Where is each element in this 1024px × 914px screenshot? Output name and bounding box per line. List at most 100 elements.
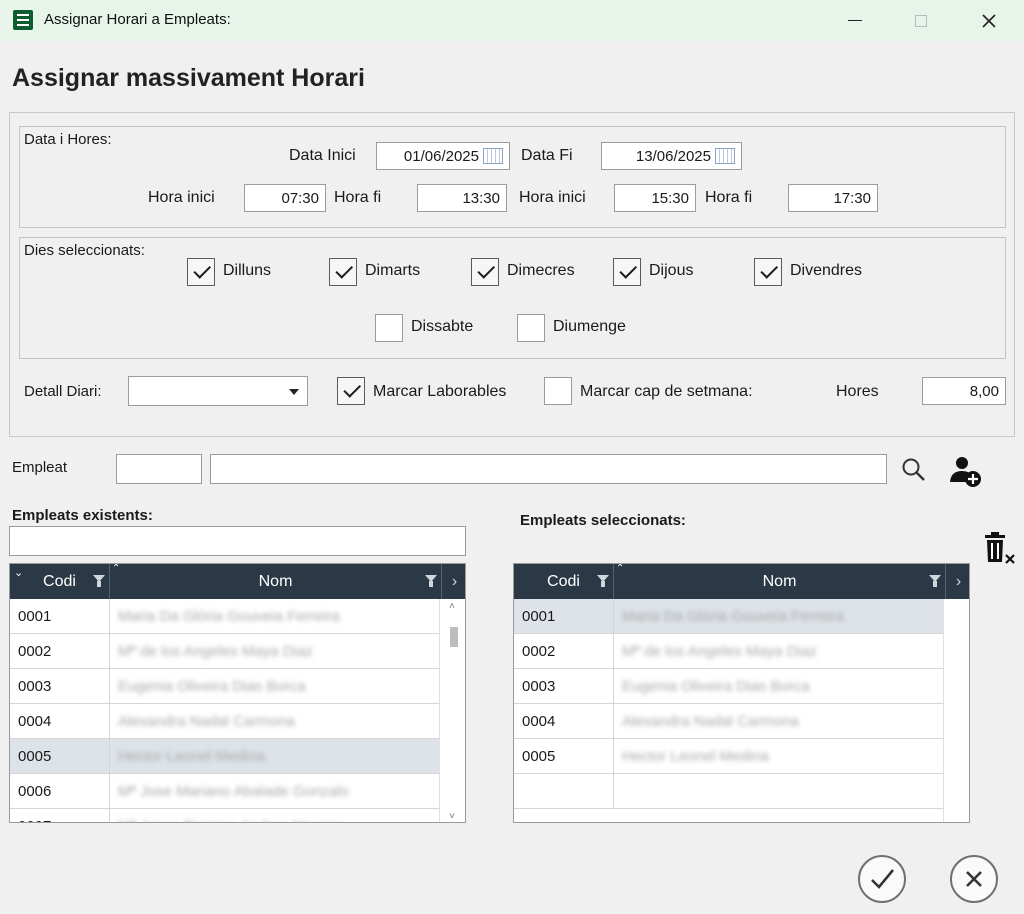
filter-icon[interactable] xyxy=(425,575,437,587)
column-label: Codi xyxy=(43,572,76,590)
scroll-down-icon[interactable]: ˅ xyxy=(449,811,455,822)
collapse-icon: ⌄ xyxy=(14,567,24,579)
codi-cell: 0004 xyxy=(514,704,614,738)
codi-cell: 0002 xyxy=(10,634,110,668)
hores-label: Hores xyxy=(836,383,879,400)
table-row[interactable]: 0007 Mª Jesus Romero Andrea Moreno xyxy=(10,809,441,822)
column-header-codi[interactable]: Codi xyxy=(514,564,614,599)
codi-cell: 0003 xyxy=(514,669,614,703)
day-checkbox[interactable] xyxy=(517,314,545,342)
codi-cell: 0003 xyxy=(10,669,110,703)
table-row[interactable]: 0001 Maria Da Glória Gouveia Ferreira xyxy=(10,599,441,634)
day-label: Divendres xyxy=(790,262,863,279)
accept-button[interactable] xyxy=(858,855,906,903)
detall-diari-select[interactable] xyxy=(128,376,308,406)
day-checkbox[interactable] xyxy=(471,258,499,286)
nom-cell: Eugenia Oliveira Dias Borca xyxy=(110,669,441,703)
hores-field[interactable]: 8,00 xyxy=(922,377,1006,405)
nom-text: Maria Da Glória Gouveia Ferreira xyxy=(118,607,340,625)
day-label: Diumenge xyxy=(553,318,626,335)
scroll-up-icon[interactable]: ˄ xyxy=(449,601,455,612)
clear-trash-icon[interactable] xyxy=(982,530,1016,566)
maximize-button[interactable] xyxy=(898,0,944,41)
close-icon xyxy=(982,13,996,28)
filter-icon[interactable] xyxy=(929,575,941,587)
marcar-cap-setmana-checkbox[interactable] xyxy=(544,377,572,405)
codi-cell: 0005 xyxy=(514,739,614,773)
hora-inici-1-label: Hora inici xyxy=(148,189,215,206)
filter-icon[interactable] xyxy=(93,575,105,587)
seleccionats-scrollbar[interactable] xyxy=(943,599,969,822)
hora-inici-1-field[interactable]: 07:30 xyxy=(244,184,326,212)
hora-fi-1-field[interactable]: 13:30 xyxy=(417,184,507,212)
day-checkbox[interactable] xyxy=(375,314,403,342)
hora-inici-1-value: 07:30 xyxy=(281,189,319,207)
seleccionats-title: Empleats seleccionats: xyxy=(520,512,686,529)
table-row[interactable]: 0002 Mª de los Angeles Maya Diaz xyxy=(514,634,945,669)
end-date-field[interactable]: 13/06/2025 xyxy=(601,142,742,170)
table-row[interactable]: 0004 Alexandra Nadal Carmona xyxy=(10,704,441,739)
nom-cell: Mª Jesus Romero Andrea Moreno xyxy=(110,809,441,822)
page-title: Assignar massivament Horari xyxy=(12,64,365,92)
nom-text: Hector Leonel Medina xyxy=(622,747,769,765)
nom-cell: Mª Jose Mariano Abalade Gonzalo xyxy=(110,774,441,808)
table-row[interactable] xyxy=(514,774,945,809)
minimize-button[interactable] xyxy=(832,0,878,41)
app-icon xyxy=(13,10,33,30)
close-window-button[interactable] xyxy=(966,0,1012,41)
codi-cell: 0004 xyxy=(10,704,110,738)
seleccionats-grid: Codi ⌃ Nom › 0001 Maria Da Glória Gouveia… xyxy=(513,563,970,823)
existents-scrollbar[interactable]: ˄ ˅ xyxy=(439,599,465,822)
table-row[interactable]: 0001 Maria Da Glória Gouveia Ferreira xyxy=(514,599,945,634)
marcar-laborables-label: Marcar Laborables xyxy=(373,383,507,400)
empleat-name-input[interactable] xyxy=(210,454,887,484)
column-label: Nom xyxy=(258,572,293,590)
add-user-icon[interactable] xyxy=(946,454,984,490)
marcar-laborables-checkbox[interactable] xyxy=(337,377,365,405)
filter-icon[interactable] xyxy=(597,575,609,587)
dates-legend: Data i Hores: xyxy=(24,131,112,148)
nom-cell: Maria Da Glória Gouveia Ferreira xyxy=(110,599,441,633)
cancel-button[interactable] xyxy=(950,855,998,903)
nom-text: Maria Da Glória Gouveia Ferreira xyxy=(622,607,844,625)
end-date-value: 13/06/2025 xyxy=(635,147,711,165)
calendar-icon[interactable] xyxy=(715,148,735,164)
calendar-icon[interactable] xyxy=(483,148,503,164)
day-checkbox[interactable] xyxy=(613,258,641,286)
table-row[interactable]: 0003 Eugenia Oliveira Dias Borca xyxy=(10,669,441,704)
days-group: Dies seleccionats: Dilluns Dimarts Dimec… xyxy=(19,237,1006,359)
column-header-nom[interactable]: ⌃ Nom xyxy=(614,564,946,599)
day-checkbox[interactable] xyxy=(754,258,782,286)
nom-text: Hector Leonel Medina xyxy=(118,747,265,765)
dates-group: Data i Hores: Data Inici 01/06/2025 Data… xyxy=(19,126,1006,228)
nom-text: Mª de los Angeles Maya Diaz xyxy=(118,642,313,660)
scroll-columns-icon[interactable]: › xyxy=(442,564,465,599)
table-row[interactable]: 0003 Eugenia Oliveira Dias Borca xyxy=(514,669,945,704)
day-checkbox[interactable] xyxy=(187,258,215,286)
start-date-field[interactable]: 01/06/2025 xyxy=(376,142,510,170)
empleat-code-input[interactable] xyxy=(116,454,202,484)
end-date-label: Data Fi xyxy=(521,147,573,164)
day-checkbox[interactable] xyxy=(329,258,357,286)
existents-filter-input[interactable] xyxy=(9,526,466,556)
table-row[interactable]: 0005 Hector Leonel Medina xyxy=(10,739,441,774)
hora-fi-2-field[interactable]: 17:30 xyxy=(788,184,878,212)
nom-text: Alexandra Nadal Carmona xyxy=(622,712,799,730)
hora-inici-2-field[interactable]: 15:30 xyxy=(614,184,696,212)
scroll-thumb[interactable] xyxy=(450,627,458,647)
nom-cell xyxy=(614,774,945,808)
sort-icon: ⌃ xyxy=(616,563,625,574)
codi-cell: 0007 xyxy=(10,809,110,822)
day-label: Dimecres xyxy=(507,262,575,279)
scroll-columns-icon[interactable]: › xyxy=(946,564,969,599)
codi-cell: 0006 xyxy=(10,774,110,808)
nom-cell: Alexandra Nadal Carmona xyxy=(614,704,945,738)
search-icon[interactable] xyxy=(901,457,927,483)
column-header-codi[interactable]: ⌄ Codi xyxy=(10,564,110,599)
hora-fi-2-value: 17:30 xyxy=(833,189,871,207)
column-header-nom[interactable]: ⌃ Nom xyxy=(110,564,442,599)
table-row[interactable]: 0002 Mª de los Angeles Maya Diaz xyxy=(10,634,441,669)
table-row[interactable]: 0005 Hector Leonel Medina xyxy=(514,739,945,774)
table-row[interactable]: 0006 Mª Jose Mariano Abalade Gonzalo xyxy=(10,774,441,809)
table-row[interactable]: 0004 Alexandra Nadal Carmona xyxy=(514,704,945,739)
